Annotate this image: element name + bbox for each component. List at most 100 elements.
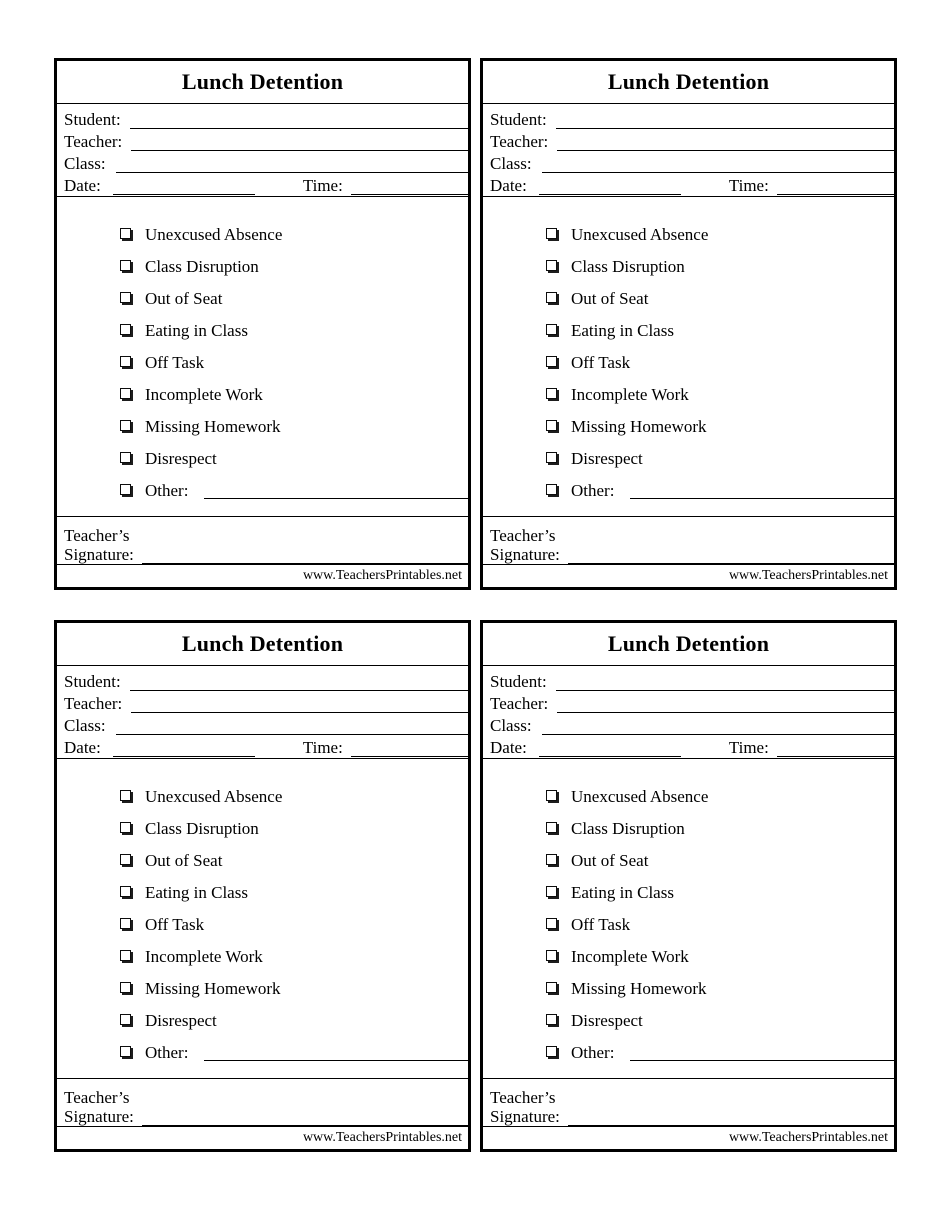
checkbox-empty-icon[interactable] [546, 356, 559, 370]
checkbox-empty-icon[interactable] [546, 982, 559, 996]
checkbox-empty-icon[interactable] [546, 1014, 559, 1028]
student-input-line[interactable] [555, 673, 894, 691]
checklist-item[interactable]: Eating in Class [483, 315, 894, 347]
checkbox-empty-icon[interactable] [120, 822, 133, 836]
checkbox-empty-icon[interactable] [546, 420, 559, 434]
checkbox-empty-icon[interactable] [120, 484, 133, 498]
checkbox-empty-icon[interactable] [120, 356, 133, 370]
checklist-item[interactable]: Incomplete Work [57, 941, 468, 973]
checklist-item-other[interactable]: Other: [57, 475, 468, 507]
checkbox-empty-icon[interactable] [120, 260, 133, 274]
checklist-item[interactable]: Unexcused Absence [57, 219, 468, 251]
student-input-line[interactable] [129, 111, 468, 129]
checklist-item[interactable]: Incomplete Work [483, 941, 894, 973]
checklist-item[interactable]: Eating in Class [483, 877, 894, 909]
teacher-input-line[interactable] [131, 133, 468, 151]
checklist-item[interactable]: Incomplete Work [483, 379, 894, 411]
checklist-item[interactable]: Off Task [57, 909, 468, 941]
checklist-item[interactable]: Eating in Class [57, 315, 468, 347]
time-input-line[interactable] [776, 177, 894, 195]
checklist-item[interactable]: Out of Seat [57, 845, 468, 877]
checklist-item[interactable]: Out of Seat [483, 845, 894, 877]
checkbox-empty-icon[interactable] [120, 1046, 133, 1060]
other-input-line[interactable] [204, 483, 468, 499]
checklist-item[interactable]: Class Disruption [483, 251, 894, 283]
checklist-item[interactable]: Class Disruption [483, 813, 894, 845]
checklist-item[interactable]: Class Disruption [57, 813, 468, 845]
checkbox-empty-icon[interactable] [546, 452, 559, 466]
class-input-line[interactable] [541, 717, 894, 735]
student-input-line[interactable] [555, 111, 894, 129]
checkbox-empty-icon[interactable] [120, 1014, 133, 1028]
teacher-input-line[interactable] [131, 695, 468, 713]
checklist-item[interactable]: Disrespect [57, 443, 468, 475]
checklist-item-other[interactable]: Other: [483, 475, 894, 507]
signature-input-line[interactable] [567, 1109, 894, 1126]
checklist-item[interactable]: Out of Seat [57, 283, 468, 315]
other-input-line[interactable] [630, 1045, 894, 1061]
checkbox-empty-icon[interactable] [546, 950, 559, 964]
checkbox-empty-icon[interactable] [546, 324, 559, 338]
checkbox-empty-icon[interactable] [120, 854, 133, 868]
checklist-item[interactable]: Unexcused Absence [483, 219, 894, 251]
checkbox-empty-icon[interactable] [546, 388, 559, 402]
class-input-line[interactable] [115, 717, 468, 735]
checklist-item[interactable]: Missing Homework [483, 973, 894, 1005]
time-input-line[interactable] [350, 177, 468, 195]
checkbox-empty-icon[interactable] [546, 292, 559, 306]
checklist-item[interactable]: Disrespect [483, 443, 894, 475]
checklist-item[interactable]: Class Disruption [57, 251, 468, 283]
checkbox-empty-icon[interactable] [120, 452, 133, 466]
class-input-line[interactable] [115, 155, 468, 173]
checkbox-empty-icon[interactable] [120, 388, 133, 402]
teacher-input-line[interactable] [557, 133, 894, 151]
date-input-line[interactable] [112, 177, 255, 195]
teacher-input-line[interactable] [557, 695, 894, 713]
other-input-line[interactable] [204, 1045, 468, 1061]
checklist-item[interactable]: Disrespect [483, 1005, 894, 1037]
checklist-item[interactable]: Off Task [483, 909, 894, 941]
checkbox-empty-icon[interactable] [120, 950, 133, 964]
checkbox-empty-icon[interactable] [546, 822, 559, 836]
checkbox-empty-icon[interactable] [546, 886, 559, 900]
signature-input-line[interactable] [141, 1109, 468, 1126]
checklist-item[interactable]: Out of Seat [483, 283, 894, 315]
checklist-item[interactable]: Off Task [483, 347, 894, 379]
checklist-item[interactable]: Unexcused Absence [483, 781, 894, 813]
checklist-item[interactable]: Off Task [57, 347, 468, 379]
checkbox-empty-icon[interactable] [546, 854, 559, 868]
checkbox-empty-icon[interactable] [546, 228, 559, 242]
other-input-line[interactable] [630, 483, 894, 499]
checklist-item[interactable]: Unexcused Absence [57, 781, 468, 813]
checkbox-empty-icon[interactable] [120, 790, 133, 804]
checklist-item-other[interactable]: Other: [57, 1037, 468, 1069]
checkbox-empty-icon[interactable] [546, 1046, 559, 1060]
checkbox-empty-icon[interactable] [120, 918, 133, 932]
checkbox-empty-icon[interactable] [120, 292, 133, 306]
checkbox-empty-icon[interactable] [120, 982, 133, 996]
checklist-item[interactable]: Disrespect [57, 1005, 468, 1037]
time-input-line[interactable] [776, 739, 894, 757]
checklist-item[interactable]: Incomplete Work [57, 379, 468, 411]
class-input-line[interactable] [541, 155, 894, 173]
checklist-item[interactable]: Missing Homework [57, 411, 468, 443]
date-input-line[interactable] [112, 739, 255, 757]
date-input-line[interactable] [538, 177, 681, 195]
checklist-item[interactable]: Missing Homework [57, 973, 468, 1005]
checkbox-empty-icon[interactable] [120, 886, 133, 900]
checklist-item-other[interactable]: Other: [483, 1037, 894, 1069]
checkbox-empty-icon[interactable] [546, 260, 559, 274]
signature-input-line[interactable] [141, 547, 468, 564]
student-input-line[interactable] [129, 673, 468, 691]
checkbox-empty-icon[interactable] [120, 228, 133, 242]
checkbox-empty-icon[interactable] [546, 790, 559, 804]
checkbox-empty-icon[interactable] [120, 420, 133, 434]
signature-input-line[interactable] [567, 547, 894, 564]
checkbox-empty-icon[interactable] [120, 324, 133, 338]
checklist-item[interactable]: Missing Homework [483, 411, 894, 443]
checkbox-empty-icon[interactable] [546, 484, 559, 498]
time-input-line[interactable] [350, 739, 468, 757]
date-input-line[interactable] [538, 739, 681, 757]
checkbox-empty-icon[interactable] [546, 918, 559, 932]
checklist-item[interactable]: Eating in Class [57, 877, 468, 909]
